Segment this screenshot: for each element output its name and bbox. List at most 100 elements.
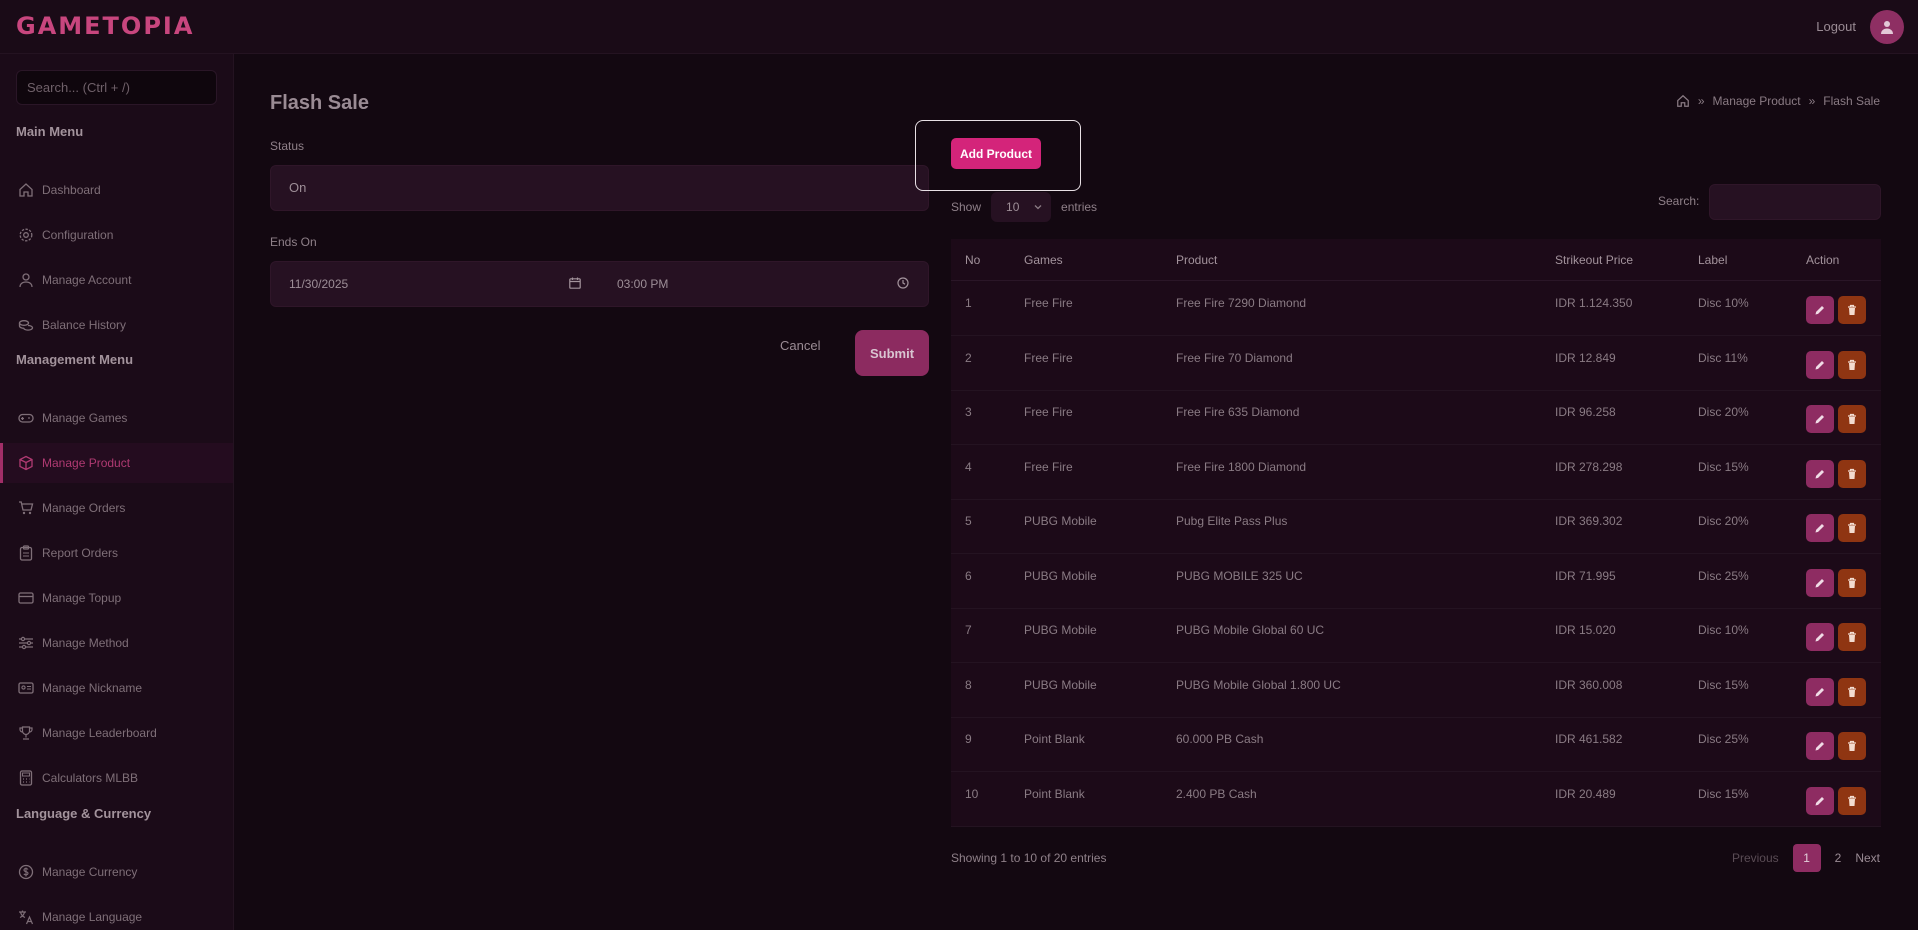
column-header-label[interactable]: Label: [1698, 253, 1727, 267]
delete-button[interactable]: [1838, 623, 1866, 651]
sidebar-item-manage-method[interactable]: Manage Method: [0, 623, 233, 663]
page-2-button[interactable]: 2: [1835, 851, 1842, 865]
sidebar-item-balance-history[interactable]: Balance History: [0, 305, 233, 345]
edit-button[interactable]: [1806, 296, 1834, 324]
clock-icon[interactable]: [897, 277, 909, 289]
edit-button[interactable]: [1806, 568, 1834, 597]
date-input[interactable]: 11/30/2025: [289, 277, 348, 291]
language-currency-heading: Language & Currency: [16, 806, 152, 821]
column-header-product[interactable]: Product: [1176, 253, 1217, 267]
pencil-icon: [1815, 469, 1824, 478]
sidebar-item-manage-product[interactable]: Manage Product: [0, 443, 233, 483]
box-icon: [19, 455, 33, 471]
edit-button[interactable]: [1806, 786, 1834, 815]
row-strikeout-price: IDR 20.489: [1555, 786, 1616, 801]
home-icon: [19, 183, 33, 197]
entries-select[interactable]: 10: [991, 192, 1052, 222]
row-number: 1: [965, 296, 972, 310]
sidebar-item-report-orders[interactable]: Report Orders: [0, 533, 233, 573]
add-product-button[interactable]: Add Product: [951, 138, 1041, 169]
row-game: Point Blank: [1024, 732, 1085, 746]
row-product: 2.400 PB Cash: [1176, 786, 1257, 801]
trash-icon: [1848, 577, 1856, 588]
sidebar-item-manage-currency[interactable]: Manage Currency: [0, 852, 233, 892]
edit-button[interactable]: [1806, 514, 1834, 542]
card-icon: [18, 592, 34, 604]
row-game: PUBG Mobile: [1024, 623, 1097, 637]
sidebar-item-label: Balance History: [42, 318, 127, 332]
edit-button[interactable]: [1806, 405, 1834, 433]
submit-button[interactable]: Submit: [855, 330, 929, 376]
sidebar-item-manage-account[interactable]: Manage Account: [0, 260, 233, 300]
sidebar-item-manage-topup[interactable]: Manage Topup: [0, 578, 233, 618]
delete-button[interactable]: [1838, 296, 1866, 324]
sidebar-item-label: Configuration: [42, 228, 114, 242]
row-product: Free Fire 1800 Diamond: [1176, 459, 1307, 474]
calendar-icon[interactable]: [569, 277, 581, 289]
table-row: 8 PUBG Mobile PUBG Mobile Global 1.800 UC I…: [951, 664, 1881, 718]
previous-page-button[interactable]: Previous: [1732, 851, 1779, 865]
row-product: Pubg Elite Pass Plus: [1176, 514, 1288, 528]
sidebar-item-label: Report Orders: [42, 546, 119, 560]
table-row: 2 Free Fire Free Fire 70 Diamond IDR 12.849…: [951, 337, 1881, 391]
sidebar-search-input[interactable]: Search... (Ctrl + /): [16, 70, 217, 105]
delete-button[interactable]: [1838, 677, 1866, 706]
sidebar-item-manage-orders[interactable]: Manage Orders: [0, 488, 233, 528]
sidebar-item-manage-language[interactable]: Manage Language: [0, 897, 233, 930]
edit-button[interactable]: [1806, 459, 1834, 488]
row-strikeout-price: IDR 96.258: [1555, 405, 1616, 419]
row-game: Free Fire: [1024, 350, 1073, 365]
edit-button[interactable]: [1806, 623, 1834, 651]
avatar[interactable]: [1870, 10, 1904, 44]
edit-button[interactable]: [1806, 732, 1834, 760]
row-product: Free Fire 70 Diamond: [1176, 350, 1293, 365]
breadcrumb-manage-product[interactable]: Manage Product: [1713, 94, 1801, 108]
edit-button[interactable]: [1806, 677, 1834, 706]
delete-button[interactable]: [1838, 350, 1866, 379]
page-1-button[interactable]: 1: [1792, 844, 1821, 872]
cart-icon: [19, 501, 34, 515]
table-search-input[interactable]: [1709, 184, 1881, 220]
edit-button[interactable]: [1806, 350, 1834, 379]
column-header-games[interactable]: Games: [1024, 253, 1063, 267]
sidebar-item-manage-nickname[interactable]: Manage Nickname: [0, 668, 233, 708]
delete-button[interactable]: [1838, 786, 1866, 815]
status-select[interactable]: On: [270, 165, 929, 211]
sidebar-item-manage-leaderboard[interactable]: Manage Leaderboard: [0, 713, 233, 753]
row-number: 9: [965, 732, 972, 746]
row-label: Disc 25%: [1698, 732, 1749, 746]
row-product: PUBG Mobile Global 60 UC: [1176, 623, 1325, 637]
row-number: 7: [965, 623, 972, 637]
clipboard-icon: [19, 545, 33, 561]
cancel-button[interactable]: Cancel: [780, 338, 820, 353]
table-row: 3 Free Fire Free Fire 635 Diamond IDR 96.25…: [951, 391, 1881, 445]
delete-button[interactable]: [1838, 732, 1866, 760]
delete-button[interactable]: [1838, 514, 1866, 542]
sidebar-item-configuration[interactable]: Configuration: [0, 215, 233, 255]
currency-icon: [18, 864, 34, 880]
column-header-no[interactable]: No: [965, 253, 980, 267]
column-header-strikeout-price[interactable]: Strikeout Price: [1555, 253, 1633, 267]
delete-button[interactable]: [1838, 568, 1866, 597]
row-strikeout-price: IDR 71.995: [1555, 568, 1616, 583]
next-page-button[interactable]: Next: [1855, 851, 1880, 865]
app-logo[interactable]: GAMETOPIA: [16, 12, 194, 40]
coins-icon: [18, 320, 34, 331]
trash-icon: [1848, 740, 1856, 751]
row-label: Disc 15%: [1698, 786, 1749, 801]
row-label: Disc 15%: [1698, 459, 1749, 474]
sidebar-item-calculators-mlbb[interactable]: Calculators MLBB: [0, 758, 233, 798]
logout-link[interactable]: Logout: [1816, 19, 1856, 34]
trash-icon: [1848, 686, 1856, 697]
pencil-icon: [1815, 633, 1824, 642]
row-label: Disc 10%: [1698, 296, 1749, 310]
sidebar-item-dashboard[interactable]: Dashboard: [0, 170, 233, 210]
home-icon[interactable]: [1676, 94, 1690, 108]
time-input[interactable]: 03:00 PM: [617, 277, 668, 291]
delete-button[interactable]: [1838, 459, 1866, 488]
gamepad-icon: [18, 413, 34, 423]
sliders-icon: [19, 636, 33, 650]
delete-button[interactable]: [1838, 405, 1866, 433]
sidebar-item-label: Calculators MLBB: [42, 771, 139, 785]
sidebar-item-manage-games[interactable]: Manage Games: [0, 398, 233, 438]
